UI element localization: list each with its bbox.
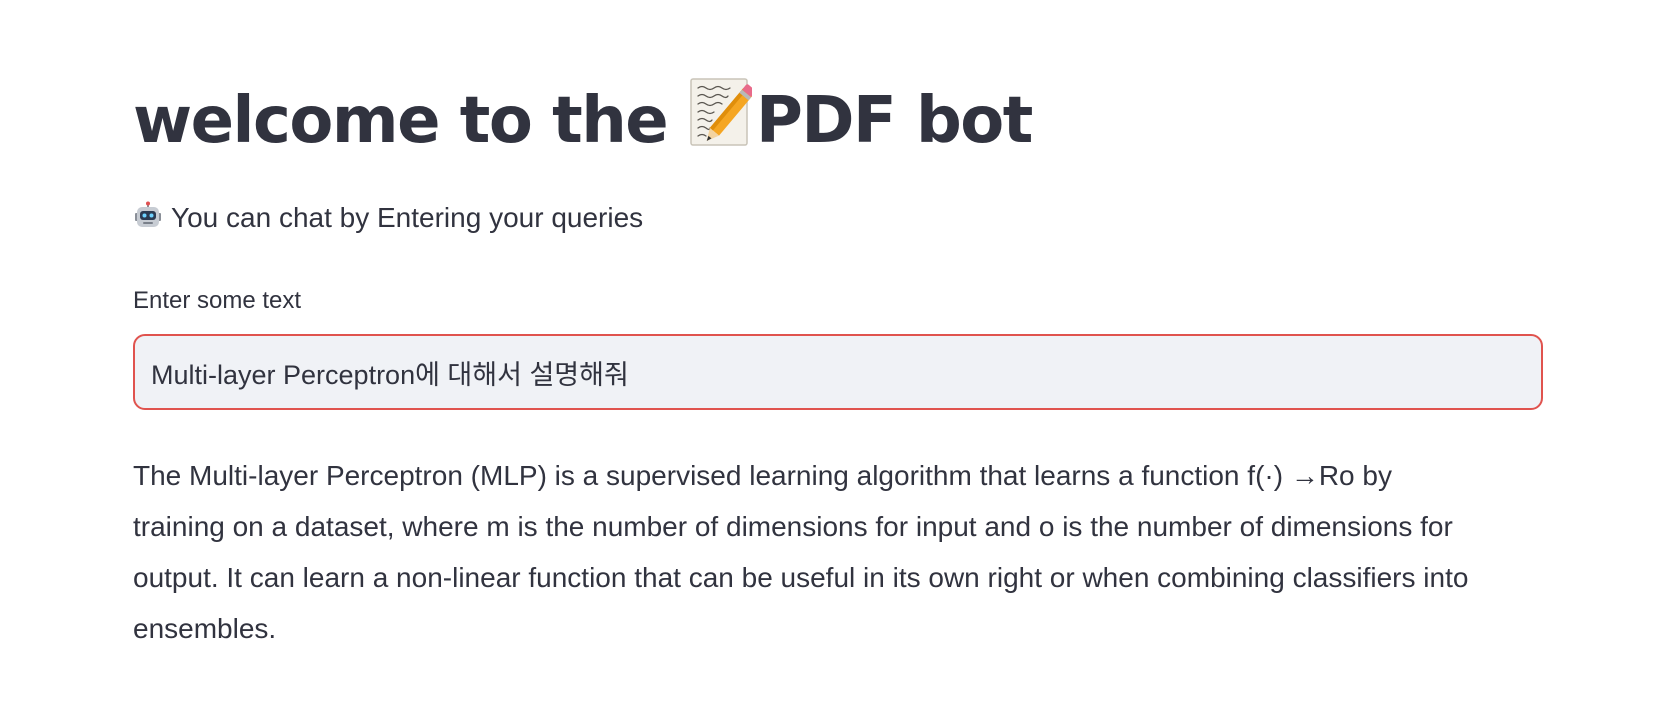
memo-pencil-icon [690, 78, 756, 148]
page-title-prefix: welcome to the [133, 84, 688, 158]
query-input-container[interactable] [133, 334, 1543, 410]
query-input-label: Enter some text [133, 287, 302, 314]
subtitle-text: You can chat by Entering your queries [171, 202, 644, 233]
page-title-suffix: PDF bot [755, 84, 1033, 158]
query-input[interactable] [151, 336, 1521, 408]
answer-text: The Multi-layer Perceptron (MLP) is a su… [133, 460, 1469, 644]
robot-icon [133, 201, 163, 231]
page-title: welcome to the PDF bot [133, 78, 1033, 161]
subtitle: You can chat by Entering your queries [133, 198, 643, 238]
